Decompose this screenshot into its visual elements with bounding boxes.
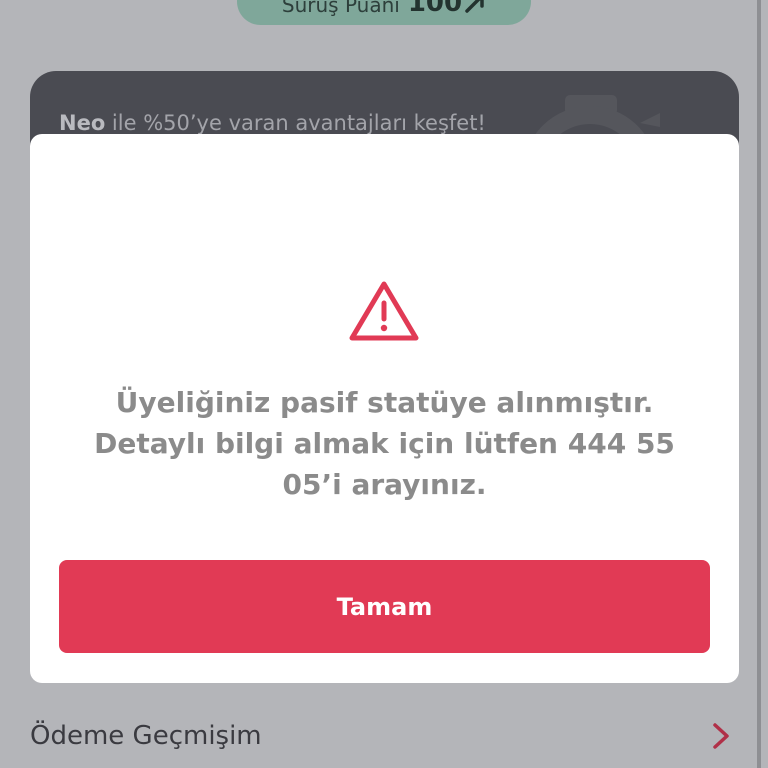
trend-up-icon — [465, 0, 484, 13]
promo-brand: Neo — [59, 111, 106, 135]
driving-score-badge: Sürüş Puanı 100 — [237, 0, 531, 25]
warning-icon — [349, 281, 419, 341]
status-alert-dialog: Üyeliğiniz pasif statüye alınmıştır. Det… — [30, 134, 739, 683]
scrollbar[interactable] — [757, 0, 761, 768]
ok-button[interactable]: Tamam — [59, 560, 710, 653]
alert-message: Üyeliğiniz pasif statüye alınmıştır. Det… — [94, 386, 675, 501]
driving-score-label: Sürüş Puanı — [281, 0, 400, 17]
app-screen: Sürüş Puanı 100 Neo ile %50’ye varan ava… — [0, 0, 768, 768]
chevron-right-icon — [713, 723, 729, 749]
payment-history-label: Ödeme Geçmişim — [30, 721, 262, 751]
payment-history-row[interactable]: Ödeme Geçmişim — [0, 704, 757, 768]
driving-score-value: 100 — [408, 0, 486, 16]
driving-score-number: 100 — [407, 0, 463, 18]
promo-description: ile %50’ye varan avantajları keşfet! — [105, 111, 486, 135]
promo-text: Neo ile %50’ye varan avantajları keşfet! — [59, 111, 486, 135]
